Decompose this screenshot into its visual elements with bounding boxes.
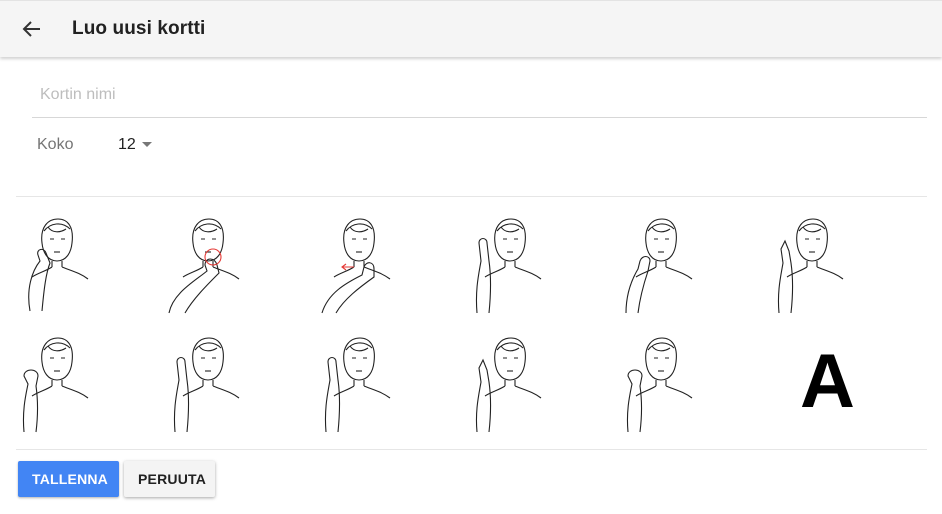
letter-a: A <box>800 338 855 424</box>
sign-figure-icon <box>318 209 428 317</box>
sign-figure-icon <box>620 209 730 317</box>
save-button[interactable]: TALLENNA <box>18 461 119 497</box>
divider <box>16 449 927 450</box>
sign-cell[interactable] <box>469 324 620 439</box>
page-title: Luo uusi kortti <box>72 18 206 39</box>
arrow-back-icon <box>22 21 40 37</box>
sign-cell[interactable] <box>469 205 620 320</box>
sign-cell[interactable] <box>16 324 167 439</box>
size-label: Koko <box>37 136 74 153</box>
divider <box>16 196 927 197</box>
app-bar: Luo uusi kortti <box>0 0 942 57</box>
sign-figure-icon <box>16 209 126 317</box>
card-name-field[interactable] <box>32 80 927 118</box>
sign-figure-icon <box>16 328 126 436</box>
back-button[interactable] <box>18 15 46 43</box>
sign-cell[interactable] <box>167 324 318 439</box>
sign-cell[interactable] <box>620 324 771 439</box>
sign-figure-icon <box>771 209 881 317</box>
sign-figure-icon <box>469 209 579 317</box>
size-value: 12 <box>118 136 136 153</box>
letter-cell[interactable]: A <box>771 324 922 439</box>
sign-figure-icon <box>469 328 579 436</box>
card-name-input[interactable] <box>32 80 927 104</box>
sign-figure-icon <box>620 328 730 436</box>
dropdown-arrow-icon <box>141 142 152 147</box>
sign-cell[interactable] <box>620 205 771 320</box>
sign-figure-icon <box>318 328 428 436</box>
sign-cell[interactable] <box>16 205 167 320</box>
sign-figure-icon <box>167 209 277 317</box>
cancel-button[interactable]: PERUUTA <box>124 461 215 497</box>
sign-cell[interactable] <box>167 205 318 320</box>
sign-cell[interactable] <box>318 205 469 320</box>
sign-grid: A <box>16 205 927 441</box>
size-dropdown[interactable]: 12 <box>118 136 152 154</box>
sign-cell[interactable] <box>318 324 469 439</box>
sign-cell[interactable] <box>771 205 922 320</box>
sign-figure-icon <box>167 328 277 436</box>
